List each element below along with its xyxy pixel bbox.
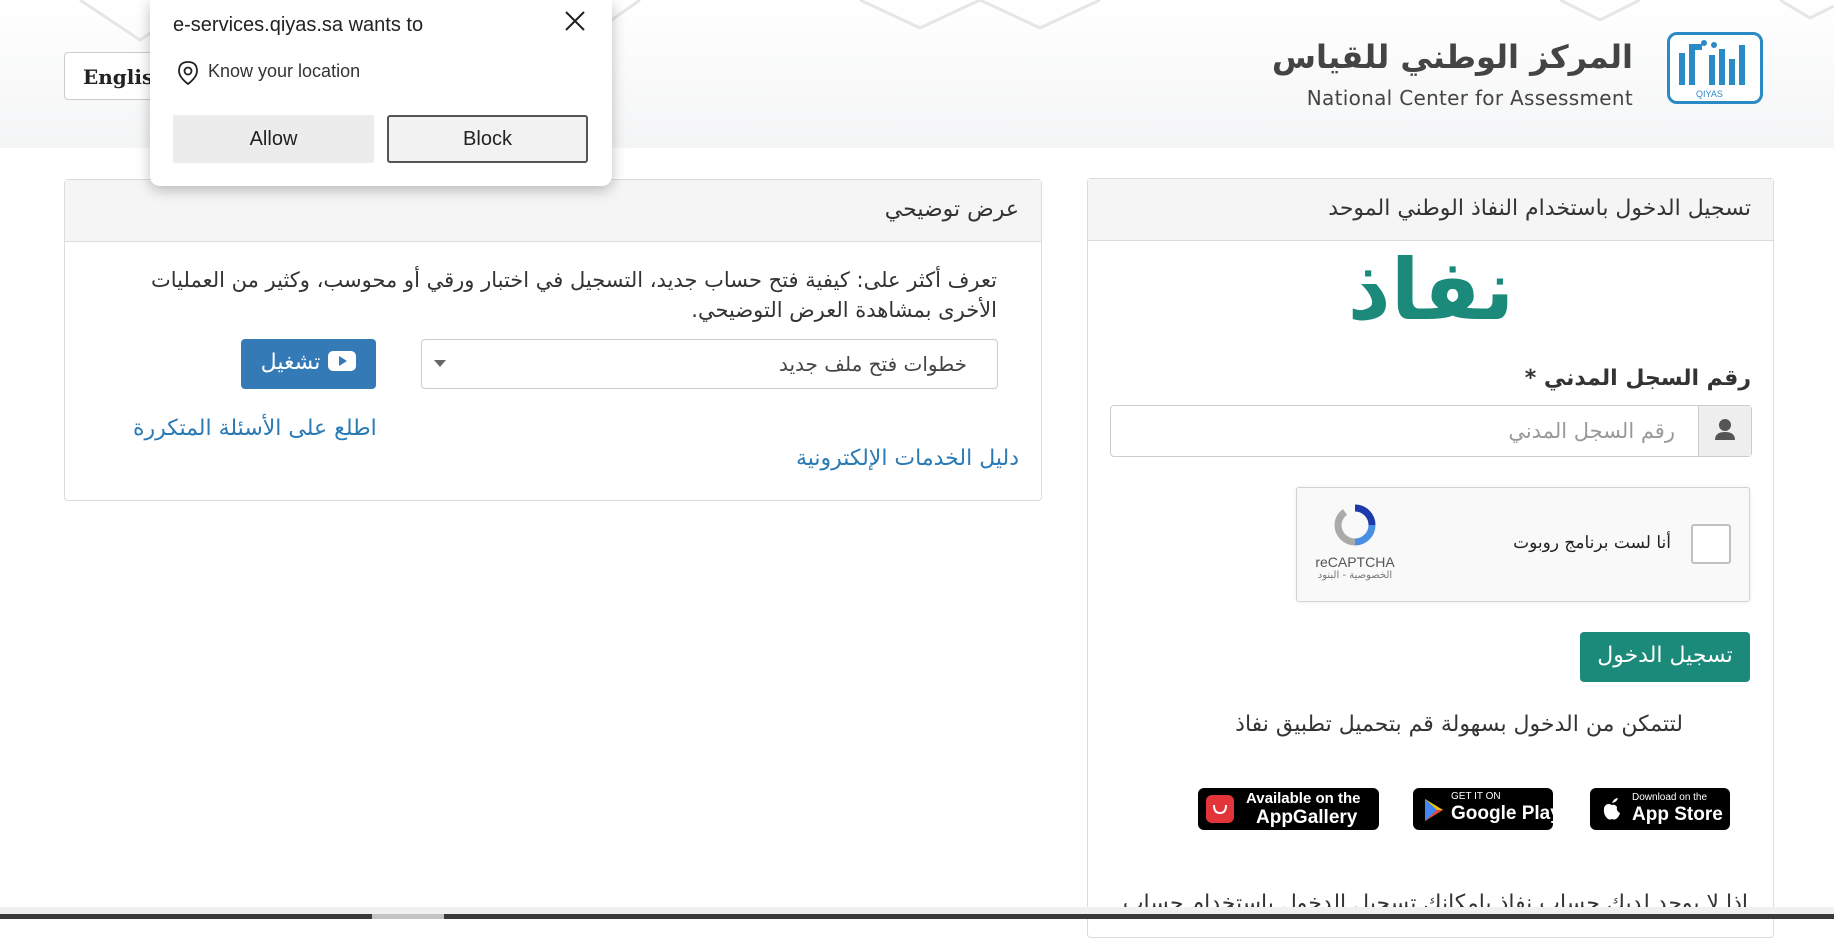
appgallery-big-text: AppGallery bbox=[1256, 807, 1358, 828]
google-play-small-text: GET IT ON bbox=[1451, 791, 1501, 802]
chevron-down-icon bbox=[434, 360, 446, 367]
appgallery-badge[interactable]: Available on the AppGallery bbox=[1198, 788, 1379, 830]
demo-panel-title: عرض توضيحي bbox=[65, 180, 1041, 242]
recaptcha-widget: أنا لست برنامج روبوت reCAPTCHA الخصوصية … bbox=[1296, 487, 1750, 602]
close-icon[interactable] bbox=[560, 6, 590, 36]
id-field-group bbox=[1110, 405, 1752, 457]
user-icon bbox=[1715, 419, 1735, 440]
youtube-play-icon bbox=[328, 351, 357, 371]
permission-item: Know your location bbox=[208, 61, 361, 81]
app-store-small-text: Download on the bbox=[1632, 792, 1708, 803]
location-permission-popup: e-services.qiyas.sa wants to Know your l… bbox=[150, 0, 612, 186]
logo-english-text: National Center for Assessment bbox=[1306, 86, 1633, 110]
download-app-text: لتتمكن من الدخول بسهولة قم بتحميل تطبيق … bbox=[1235, 712, 1683, 737]
login-button[interactable]: تسجيل الدخول bbox=[1580, 632, 1750, 682]
demo-description: تعرف أكثر على: كيفية فتح حساب جديد، التس… bbox=[150, 268, 997, 322]
apple-icon bbox=[1603, 798, 1620, 820]
app-store-big-text: App Store bbox=[1632, 804, 1723, 825]
huawei-appgallery-icon bbox=[1206, 795, 1234, 823]
login-panel-title: تسجيل الدخول باستخدام النفاذ الوطني المو… bbox=[1088, 179, 1773, 241]
google-play-big-text: Google Play bbox=[1451, 803, 1561, 824]
qiyas-logo[interactable]: QIYAS المركز الوطني للقياس National Cent… bbox=[1272, 30, 1763, 112]
faq-link[interactable]: اطلع على الأسئلة المتكررة bbox=[133, 416, 377, 441]
popup-title: e-services.qiyas.sa wants to bbox=[173, 14, 424, 36]
login-panel: تسجيل الدخول باستخدام النفاذ الوطني المو… bbox=[1087, 178, 1774, 938]
taskbar-edge bbox=[0, 914, 1834, 919]
logo-arabic-text: المركز الوطني للقياس bbox=[1271, 38, 1633, 76]
eservices-guide-link[interactable]: دليل الخدمات الإلكترونية bbox=[796, 446, 1019, 471]
app-store-badge[interactable]: Download on the App Store bbox=[1590, 788, 1730, 830]
video-select[interactable]: خطوات فتح ملف جديد bbox=[421, 339, 998, 389]
nafath-logo: نفاذ bbox=[1348, 247, 1515, 337]
language-button[interactable]: English bbox=[64, 52, 168, 100]
svg-text:نفاذ: نفاذ bbox=[1348, 247, 1515, 337]
google-play-icon bbox=[1425, 799, 1443, 821]
id-field-addon bbox=[1698, 406, 1751, 456]
recaptcha-checkbox[interactable] bbox=[1691, 524, 1731, 564]
appgallery-small-text: Available on the bbox=[1246, 790, 1361, 807]
qiyas-emblem-icon: QIYAS bbox=[1679, 40, 1745, 99]
id-number-input[interactable] bbox=[1111, 406, 1699, 456]
recaptcha-icon bbox=[1334, 504, 1376, 546]
svg-text:QIYAS: QIYAS bbox=[1696, 89, 1723, 99]
play-button[interactable]: تشغيل bbox=[241, 339, 376, 389]
demo-panel: عرض توضيحي تعرف أكثر على: كيفية فتح حساب… bbox=[64, 179, 1042, 501]
scrollbar-thumb[interactable] bbox=[372, 914, 444, 919]
recaptcha-logo: reCAPTCHA الخصوصية - البنود bbox=[1315, 502, 1395, 592]
play-button-label: تشغيل bbox=[260, 350, 321, 375]
video-select-value: خطوات فتح ملف جديد bbox=[778, 352, 967, 376]
id-label: رقم السجل المدني * bbox=[1524, 366, 1751, 391]
recaptcha-label: أنا لست برنامج روبوت bbox=[1513, 533, 1671, 553]
allow-button[interactable]: Allow bbox=[173, 115, 374, 163]
location-pin-icon bbox=[178, 61, 198, 86]
google-play-badge[interactable]: GET IT ON Google Play bbox=[1413, 788, 1561, 830]
recaptcha-privacy-links[interactable]: الخصوصية - البنود bbox=[1315, 570, 1395, 581]
recaptcha-brand: reCAPTCHA bbox=[1315, 554, 1395, 570]
qiyas-logo-badge: QIYAS bbox=[1667, 32, 1763, 104]
block-button[interactable]: Block bbox=[387, 115, 588, 163]
